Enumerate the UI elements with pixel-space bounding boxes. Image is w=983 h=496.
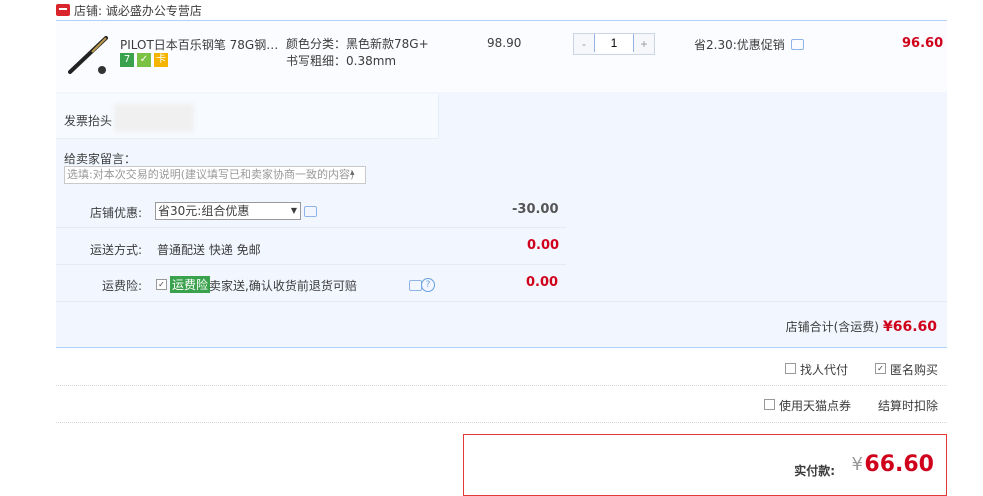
anonymous-label[interactable]: 匿名购买 [890,361,938,378]
decrease-button[interactable]: - [574,34,594,54]
unit-price: 98.90 [487,36,522,50]
seven-day-return-icon[interactable]: 7 [120,53,134,67]
chat-icon[interactable] [790,39,804,50]
sku-nib: 书写粗细：0.38mm [286,54,397,68]
discount-chat-icon[interactable] [304,206,317,217]
guarantee-icon[interactable]: ✓ [137,53,151,67]
final-currency: ¥ [851,454,863,475]
tmall-points-checkbox[interactable] [764,399,775,410]
increase-button[interactable]: + [634,34,654,54]
settle-note: 结算时扣除 [878,399,939,413]
store-total-amount: ¥66.60 [882,318,937,335]
promo-info: 省2.30:优惠促销 [694,36,804,53]
insurance-tag: 运费险 [170,276,211,293]
shipping-method: 普通配送 快递 免邮 [157,243,261,257]
discount-amount: -30.00 [512,202,559,217]
anonymous-checkbox[interactable]: ✓ [875,363,886,374]
discount-select[interactable]: 省30元:组合优惠 [155,202,301,220]
product-title[interactable]: PILOT日本百乐钢笔 78G钢笔... [120,36,280,53]
insurance-label: 运费险: [101,279,142,293]
row-divider [56,301,947,302]
order-item-row [56,20,947,93]
shop-name[interactable]: 店铺: 诚必盛办公专营店 [74,2,202,19]
product-thumbnail[interactable] [62,30,112,80]
store-icon [56,4,70,16]
insurance-checkbox[interactable]: ✓ [156,279,167,290]
insurance-amount: 0.00 [526,275,559,290]
service-badges: 7 ✓ 卡 [120,53,168,67]
final-amount: 66.60 [864,452,934,477]
quantity-input[interactable] [594,34,634,52]
insurance-text: 卖家送,确认收货前退货可赔 [209,279,357,293]
resize-handle-icon[interactable]: ▴ [350,168,355,178]
shop-header: 店铺: 诚必盛办公专营店 [56,0,202,20]
invoice-title-field[interactable] [114,104,194,132]
sku-info: 颜色分类：黑色新款78G+ 书写粗细：0.38mm [286,36,429,70]
card-pay-icon[interactable]: 卡 [154,53,168,67]
seller-note-input[interactable]: 选填:对本次交易的说明(建议填写已和卖家协商一致的内容) [64,166,366,184]
sku-color: 颜色分类：黑色新款78G+ [286,37,429,51]
invoice-label: 发票抬头 [64,114,113,128]
item-subtotal: 96.60 [902,36,944,51]
shipping-amount: 0.00 [527,238,560,253]
final-label: 实付款: [794,464,835,478]
note-label: 给卖家留言： [64,152,137,166]
section-divider [56,347,947,348]
tmall-points-label[interactable]: 使用天猫点券 [779,397,851,414]
help-icon[interactable]: ? [421,278,435,292]
store-total-label: 店铺合计(含运费) [785,320,879,334]
pay-for-me-label[interactable]: 找人代付 [800,361,848,378]
row-divider [56,264,566,265]
row-divider [56,227,566,228]
discount-label: 店铺优惠: [89,206,142,220]
store-total: 店铺合计(含运费) ¥66.60 [786,318,937,335]
promo-text: 省2.30:优惠促销 [694,38,785,52]
quantity-stepper: - + [573,33,655,55]
shipping-label: 运送方式: [89,243,142,257]
pay-for-me-checkbox[interactable] [785,363,796,374]
